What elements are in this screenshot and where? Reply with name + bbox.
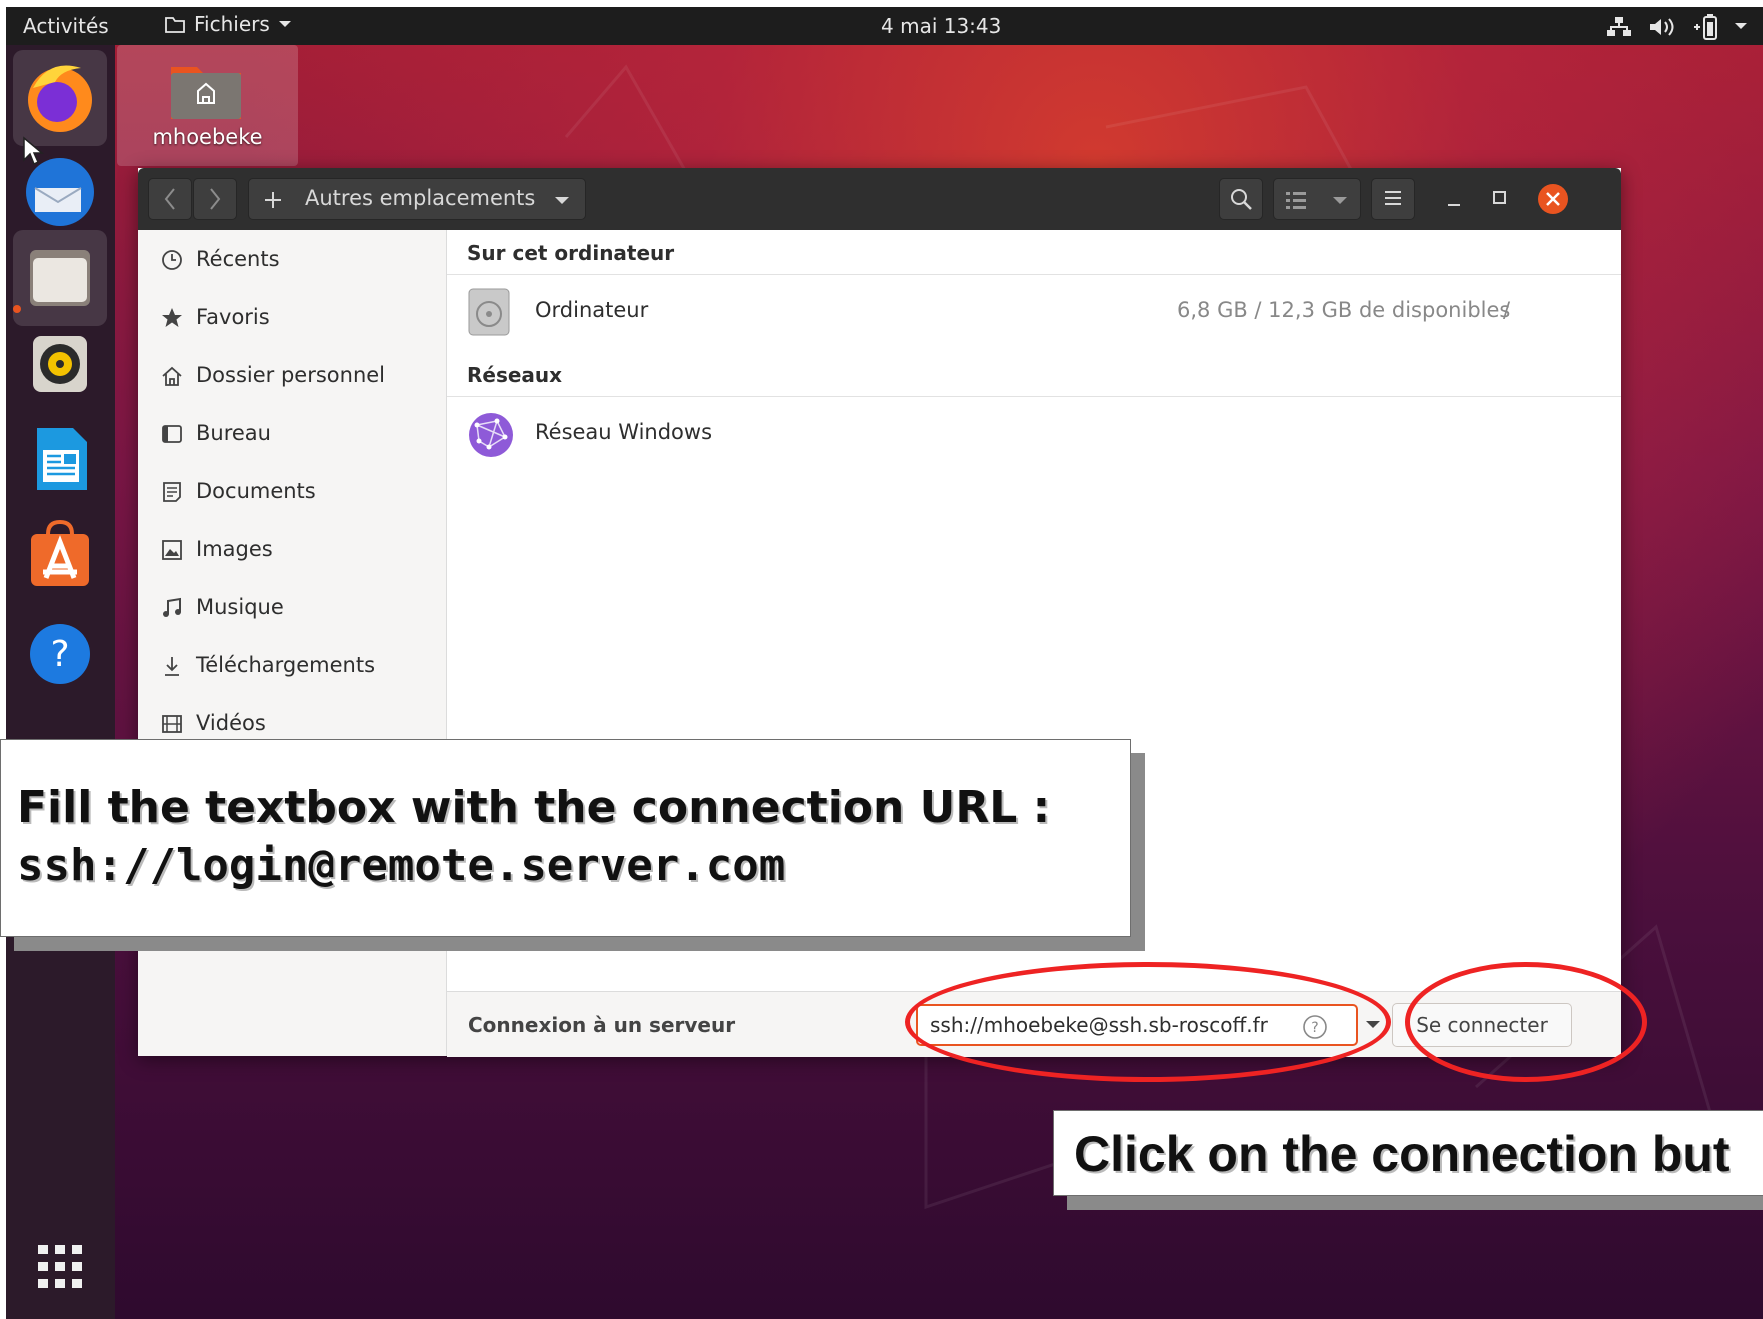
section-heading-networks: Réseaux <box>467 363 563 387</box>
sidebar-item-downloads[interactable]: Téléchargements <box>138 640 446 690</box>
section-heading-computer: Sur cet ordinateur <box>467 241 675 265</box>
instruction-click-text: Click on the connection but <box>1074 1126 1730 1182</box>
instruction-url-example: ssh://login@remote.server.com <box>17 840 786 891</box>
dock-software[interactable] <box>13 508 107 604</box>
dock-help[interactable]: ? <box>13 604 107 700</box>
dock-rhythmbox[interactable] <box>13 316 107 412</box>
desktop-home-folder[interactable]: mhoebeke <box>117 45 298 166</box>
back-button[interactable] <box>148 178 192 220</box>
computer-mount-path: / <box>1503 298 1511 322</box>
app-menu-label: Fichiers <box>194 12 270 36</box>
plus-icon <box>265 192 281 208</box>
music-icon <box>163 597 181 617</box>
sidebar-item-documents[interactable]: Documents <box>138 466 446 516</box>
hamburger-icon <box>1385 191 1401 205</box>
search-button[interactable] <box>1219 178 1263 220</box>
firefox-icon <box>28 65 92 132</box>
sidebar-item-label: Favoris <box>196 305 270 329</box>
windows-network-row[interactable]: Réseau Windows <box>447 397 1621 473</box>
sidebar-item-music[interactable]: Musique <box>138 582 446 632</box>
sidebar-item-home[interactable]: Dossier personnel <box>138 350 446 400</box>
location-dropdown-icon[interactable] <box>554 196 570 206</box>
document-icon <box>163 482 181 502</box>
activities-button[interactable]: Activités <box>23 14 109 38</box>
folder-icon <box>165 17 185 33</box>
sidebar-item-label: Documents <box>196 479 316 503</box>
mouse-pointer-icon <box>23 136 45 166</box>
sidebar-item-images[interactable]: Images <box>138 524 446 574</box>
dock-firefox[interactable] <box>13 50 107 146</box>
running-indicator <box>13 305 21 313</box>
computer-label: Ordinateur <box>535 298 649 322</box>
sidebar-item-favorites[interactable]: Favoris <box>138 292 446 342</box>
sidebar-item-label: Bureau <box>196 421 271 445</box>
view-mode-button[interactable] <box>1273 178 1361 220</box>
sidebar-item-label: Vidéos <box>196 711 266 735</box>
show-apps-icon[interactable] <box>36 1243 84 1291</box>
search-icon <box>1231 189 1252 210</box>
forward-button[interactable] <box>193 178 237 220</box>
harddisk-icon <box>468 288 510 336</box>
windows-network-label: Réseau Windows <box>535 420 713 444</box>
star-icon <box>162 308 182 327</box>
download-icon <box>165 657 179 676</box>
highlight-ellipse-connect-button <box>1405 962 1647 1082</box>
home-icon <box>162 366 182 386</box>
rhythmbox-icon <box>33 336 87 392</box>
connect-label: Connexion à un serveur <box>468 1013 736 1037</box>
files-icon <box>30 250 90 306</box>
home-folder-label: mhoebeke <box>152 125 263 149</box>
instruction-callout-click: Click on the connection but <box>1053 1110 1763 1196</box>
maximize-icon[interactable] <box>1490 188 1510 208</box>
list-view-icon <box>1286 192 1306 209</box>
chevron-right-icon <box>210 188 221 210</box>
dock: ? <box>6 45 115 1319</box>
battery-icon[interactable] <box>1692 13 1722 41</box>
close-icon[interactable] <box>1537 183 1569 215</box>
sidebar-item-label: Téléchargements <box>196 653 376 677</box>
clock-icon <box>162 250 182 270</box>
highlight-ellipse-url-input <box>905 962 1391 1082</box>
dock-writer[interactable] <box>13 412 107 508</box>
computer-free-space: 6,8 GB / 12,3 GB de disponibles <box>1177 298 1511 322</box>
sidebar-item-label: Musique <box>196 595 284 619</box>
dock-files[interactable] <box>13 230 107 326</box>
sidebar-item-label: Dossier personnel <box>196 363 386 387</box>
instruction-fill-text: Fill the textbox with the connection URL… <box>17 782 1051 833</box>
network-icon[interactable] <box>1606 16 1632 38</box>
sidebar-item-label: Images <box>196 537 273 561</box>
app-menu[interactable]: Fichiers <box>164 12 292 36</box>
network-globe-icon <box>469 413 513 457</box>
software-store-icon <box>31 519 89 586</box>
minimize-icon[interactable] <box>1445 190 1465 210</box>
instruction-callout-fill: Fill the textbox with the connection URL… <box>0 739 1131 937</box>
screenshot-frame: Activités Fichiers 4 mai 13:43 ? mhoebek… <box>0 0 1763 1319</box>
top-bar: Activités Fichiers 4 mai 13:43 <box>6 7 1763 45</box>
sidebar-item-desktop[interactable]: Bureau <box>138 408 446 458</box>
chevron-left-icon <box>164 188 175 210</box>
clock[interactable]: 4 mai 13:43 <box>881 14 1001 38</box>
main-menu-button[interactable] <box>1371 178 1415 220</box>
location-label: Autres emplacements <box>305 186 536 210</box>
home-folder-icon <box>171 67 241 119</box>
location-bar[interactable]: Autres emplacements <box>248 178 586 220</box>
computer-row[interactable]: Ordinateur 6,8 GB / 12,3 GB de disponibl… <box>447 275 1621 351</box>
sidebar-item-recents[interactable]: Récents <box>138 234 446 284</box>
view-options-chevron-icon <box>1333 197 1347 204</box>
sidebar-item-label: Récents <box>196 247 280 271</box>
help-icon: ? <box>30 624 90 684</box>
svg-text:?: ? <box>50 634 69 675</box>
writer-icon <box>37 428 87 490</box>
window-headerbar: Autres emplacements <box>138 168 1621 230</box>
system-menu-chevron-icon[interactable] <box>1734 21 1748 31</box>
video-icon <box>162 715 182 733</box>
chevron-down-icon <box>278 21 291 27</box>
volume-icon[interactable] <box>1648 16 1676 38</box>
image-icon <box>162 540 182 560</box>
desktop-icon <box>162 425 182 443</box>
